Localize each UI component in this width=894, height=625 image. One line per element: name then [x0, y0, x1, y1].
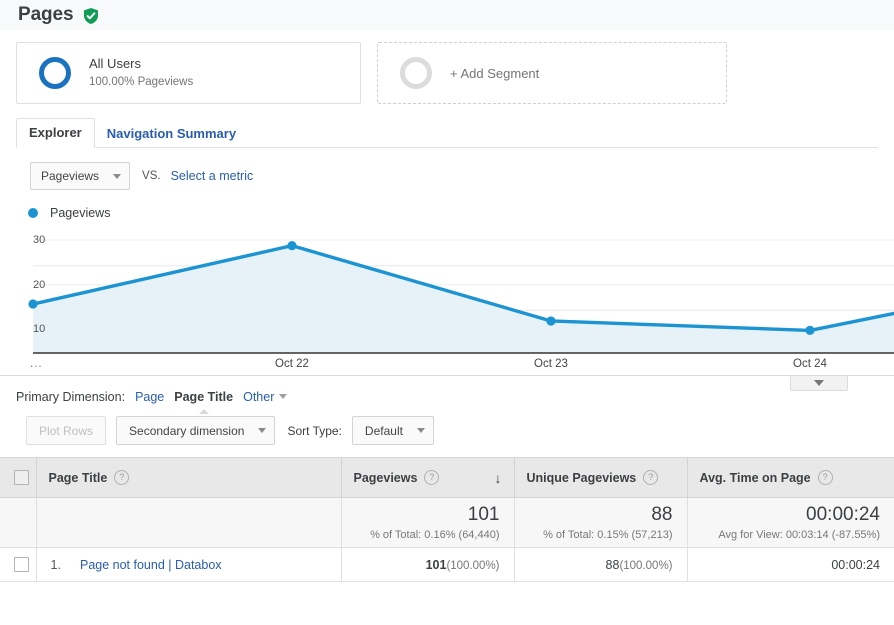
shield-check-icon: [82, 7, 100, 25]
segment-bar: All Users 100.00% Pageviews + Add Segmen…: [0, 30, 894, 104]
legend-dot-icon: [28, 208, 38, 218]
table-header-row: Page Title ? Pageviews ? ↓ Unique Pagevi…: [0, 458, 894, 498]
primary-dimension-page-title[interactable]: Page Title: [174, 390, 233, 404]
segment-all-users[interactable]: All Users 100.00% Pageviews: [16, 42, 361, 104]
chevron-down-icon: [417, 428, 425, 433]
pages-table: Page Title ? Pageviews ? ↓ Unique Pagevi…: [0, 457, 894, 582]
page-title: Pages: [18, 4, 73, 26]
row-pageviews-pct: (100.00%): [446, 560, 499, 572]
metric-select[interactable]: Pageviews: [30, 162, 130, 190]
summary-pageviews-cell: 101 % of Total: 0.16% (64,440): [341, 498, 514, 548]
x-axis-label-oct-24: Oct 24: [793, 358, 827, 370]
row-unique-pageviews-cell: 88(100.00%): [514, 548, 687, 582]
row-page-title-cell: 1. Page not found | Databox: [36, 548, 341, 582]
chart-point[interactable]: [805, 326, 814, 335]
metric-selector-row: Pageviews VS. Select a metric: [0, 148, 894, 190]
summary-label-cell: [36, 498, 341, 548]
summary-pageviews-value: 101: [356, 504, 500, 526]
vs-label: VS.: [142, 170, 161, 182]
row-pageviews-cell: 101(100.00%): [341, 548, 514, 582]
select-a-metric-link[interactable]: Select a metric: [171, 169, 254, 183]
sort-type-value: Default: [365, 424, 403, 438]
row-avg-time-cell: 00:00:24: [687, 548, 894, 582]
pages-report-screen: Pages All Users 100.00% Pageviews + Add …: [0, 0, 894, 625]
metric-select-value: Pageviews: [41, 169, 99, 183]
segment-subtitle: 100.00% Pageviews: [89, 75, 193, 91]
column-header-pageviews[interactable]: Pageviews ? ↓: [341, 458, 514, 498]
summary-unique-pageviews-value: 88: [529, 504, 673, 526]
y-axis-label-30: 30: [33, 234, 45, 246]
secondary-dimension-select[interactable]: Secondary dimension: [116, 416, 275, 445]
summary-checkbox-cell: [0, 498, 36, 548]
primary-dimension-other-label: Other: [243, 390, 274, 404]
row-checkbox-cell: [0, 548, 36, 582]
chart-point[interactable]: [28, 299, 37, 308]
segment-ring-icon: [39, 57, 71, 89]
row-unique-pageviews-value: 88: [606, 558, 620, 572]
select-all-header: [0, 458, 36, 498]
report-tabs: Explorer Navigation Summary: [16, 118, 878, 148]
help-icon[interactable]: ?: [114, 470, 129, 485]
secondary-dimension-label: Secondary dimension: [129, 424, 244, 438]
primary-dimension-other[interactable]: Other: [243, 390, 287, 404]
chart-point[interactable]: [287, 241, 296, 250]
add-segment-label: + Add Segment: [450, 66, 539, 81]
summary-avg-time-value: 00:00:24: [702, 504, 881, 526]
primary-dimension-label: Primary Dimension:: [16, 390, 125, 404]
summary-unique-pageviews-cell: 88 % of Total: 0.15% (57,213): [514, 498, 687, 548]
table-row: 1. Page not found | Databox 101(100.00%)…: [0, 548, 894, 582]
summary-unique-pageviews-sub: % of Total: 0.15% (57,213): [529, 529, 673, 541]
tab-navigation-summary[interactable]: Navigation Summary: [95, 120, 248, 148]
chevron-down-icon: [279, 394, 287, 399]
summary-avg-time-cell: 00:00:24 Avg for View: 00:03:14 (-87.55%…: [687, 498, 894, 548]
tab-explorer[interactable]: Explorer: [16, 118, 95, 148]
sort-type-select[interactable]: Default: [352, 416, 434, 445]
column-label: Page Title: [49, 471, 108, 485]
column-header-unique-pageviews[interactable]: Unique Pageviews ?: [514, 458, 687, 498]
column-label: Avg. Time on Page: [700, 471, 811, 485]
table-summary-row: 101 % of Total: 0.16% (64,440) 88 % of T…: [0, 498, 894, 548]
summary-pageviews-sub: % of Total: 0.16% (64,440): [356, 529, 500, 541]
row-index: 1.: [51, 558, 77, 572]
row-pageviews-value: 101: [426, 558, 447, 572]
chart-area-fill: [33, 246, 894, 353]
help-icon[interactable]: ?: [818, 470, 833, 485]
chart-canvas: [0, 230, 894, 360]
chart-legend: Pageviews: [0, 190, 894, 220]
plot-rows-button[interactable]: Plot Rows: [26, 416, 106, 445]
arrow-down-icon[interactable]: ↓: [495, 470, 502, 486]
column-label: Unique Pageviews: [527, 471, 637, 485]
chevron-down-icon: [113, 174, 121, 179]
primary-dimension-row: Primary Dimension: Page Page Title Other: [0, 380, 894, 404]
row-avg-time-value: 00:00:24: [831, 558, 880, 572]
row-page-title-link[interactable]: Page not found | Databox: [80, 558, 222, 572]
chevron-down-icon: [258, 428, 266, 433]
title-bar: Pages: [0, 0, 894, 30]
column-header-avg-time-on-page[interactable]: Avg. Time on Page ?: [687, 458, 894, 498]
x-axis-label-oct-22: Oct 22: [275, 358, 309, 370]
pageviews-chart: 30 20 10 ... Oct 22 Oct 23 Oct 24: [0, 230, 894, 380]
segment-name: All Users: [89, 55, 193, 73]
summary-avg-time-sub: Avg for View: 00:03:14 (-87.55%): [702, 529, 881, 541]
column-label: Pageviews: [354, 471, 418, 485]
add-segment-ring-icon: [400, 57, 432, 89]
y-axis-label-10: 10: [33, 323, 45, 335]
primary-dimension-page[interactable]: Page: [135, 390, 164, 404]
select-all-checkbox[interactable]: [14, 470, 29, 485]
sort-type-label: Sort Type:: [287, 424, 341, 438]
row-checkbox[interactable]: [14, 557, 29, 572]
x-axis-label-oct-23: Oct 23: [534, 358, 568, 370]
help-icon[interactable]: ?: [424, 470, 439, 485]
column-header-page-title[interactable]: Page Title ?: [36, 458, 341, 498]
y-axis-label-20: 20: [33, 279, 45, 291]
row-unique-pageviews-pct: (100.00%): [619, 560, 672, 572]
add-segment-button[interactable]: + Add Segment: [377, 42, 727, 104]
x-axis-leading-label: ...: [30, 358, 43, 370]
table-controls: Plot Rows Secondary dimension Sort Type:…: [0, 404, 894, 445]
legend-label: Pageviews: [50, 206, 110, 220]
help-icon[interactable]: ?: [643, 470, 658, 485]
chart-point[interactable]: [546, 316, 555, 325]
